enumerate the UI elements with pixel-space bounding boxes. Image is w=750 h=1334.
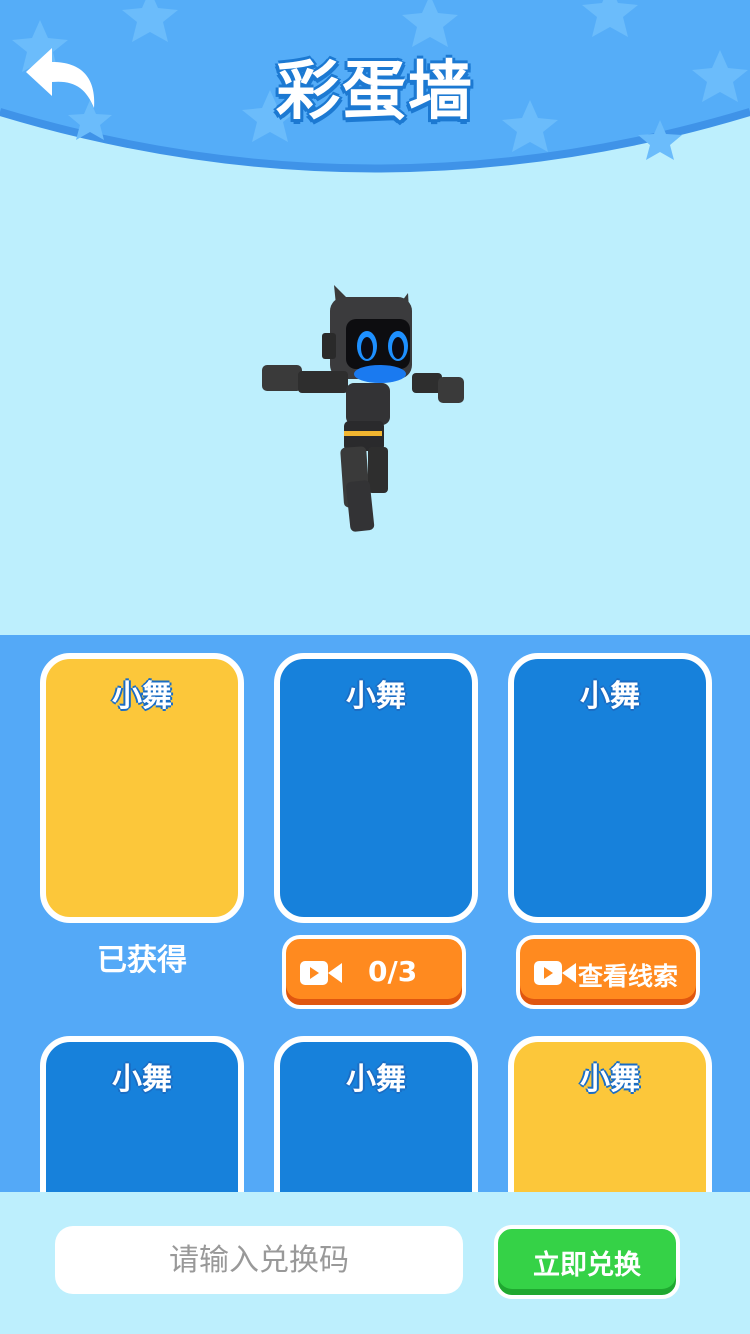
video-camera-icon bbox=[534, 961, 576, 985]
egg-card-grid: 小舞 小舞 小舞 小舞 小舞 小舞 bbox=[0, 635, 750, 1192]
card-name: 小舞 bbox=[112, 1062, 172, 1097]
redeem-now-button[interactable]: 立即兑换 bbox=[494, 1225, 680, 1299]
view-clue-label: 查看线索 bbox=[578, 962, 679, 991]
egg-card-1[interactable]: 小舞 bbox=[40, 653, 244, 923]
egg-card-6[interactable]: 小舞 bbox=[508, 1036, 712, 1192]
character-preview bbox=[0, 185, 750, 635]
obtained-status: 已获得 bbox=[97, 943, 187, 978]
egg-card-2[interactable]: 小舞 bbox=[274, 653, 478, 923]
redeem-bar: 立即兑换 bbox=[0, 1192, 750, 1334]
page-title: 彩蛋墙 bbox=[276, 55, 474, 129]
egg-card-5[interactable]: 小舞 bbox=[274, 1036, 478, 1192]
video-progress-label: 0/3 bbox=[368, 955, 418, 988]
egg-card-3[interactable]: 小舞 bbox=[508, 653, 712, 923]
card-name: 小舞 bbox=[112, 679, 172, 714]
egg-card-4[interactable]: 小舞 bbox=[40, 1036, 244, 1192]
redeem-code-input[interactable] bbox=[55, 1226, 463, 1294]
header-banner: 彩蛋墙 bbox=[0, 0, 750, 185]
card-name: 小舞 bbox=[580, 1062, 640, 1097]
video-camera-icon bbox=[300, 961, 342, 985]
watch-video-progress-button[interactable]: 0/3 bbox=[282, 935, 466, 1009]
view-clue-button[interactable]: 查看线索 bbox=[516, 935, 700, 1009]
card-name: 小舞 bbox=[346, 679, 406, 714]
card-name: 小舞 bbox=[346, 1062, 406, 1097]
robot-cat-character-image bbox=[262, 285, 464, 532]
card-name: 小舞 bbox=[580, 679, 640, 714]
